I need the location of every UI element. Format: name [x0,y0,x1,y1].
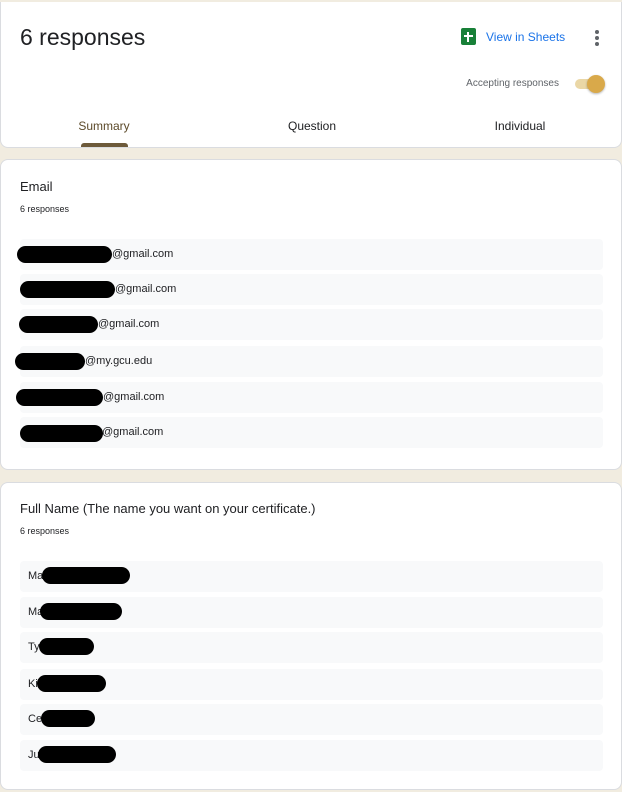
active-tab-indicator [81,143,128,147]
email-response: @gmail.com [112,248,174,260]
email-response: @gmail.com [98,318,160,330]
redaction-mark [39,638,94,655]
email-response: @gmail.com [102,426,164,438]
list-item: @gmail.com [20,417,603,448]
list-item: Ce [20,704,603,735]
list-item: Ma [20,561,603,592]
google-sheets-icon [461,28,476,45]
email-response: @gmail.com [115,283,177,295]
list-item: Ju [20,740,603,771]
list-item: @my.gcu.edu [15,346,603,377]
tab-question[interactable]: Question [265,119,359,133]
redaction-mark [38,746,116,763]
list-item: @gmail.com [16,382,603,413]
question-title: Email [20,179,53,194]
redaction-mark [41,710,95,727]
list-item: Ma [20,597,603,628]
redaction-mark [15,353,85,370]
accepting-responses-toggle[interactable] [573,75,605,93]
response-count: 6 responses [20,204,70,214]
redaction-mark [40,603,122,620]
view-in-sheets-label: View in Sheets [486,29,566,44]
tab-individual[interactable]: Individual [473,119,567,133]
name-response: Ce [28,713,43,725]
redaction-mark [19,316,98,333]
name-response: Ma [28,570,44,582]
list-item: @gmail.com [20,274,603,305]
question-title: Full Name (The name you want on your cer… [20,501,316,516]
responses-title: 6 responses [20,24,146,50]
redaction-mark [20,281,115,298]
redaction-mark [17,246,112,263]
full-name-question-card: Full Name (The name you want on your cer… [0,482,622,790]
more-options-icon[interactable] [591,30,603,48]
list-item: @gmail.com [19,309,603,340]
tab-summary[interactable]: Summary [57,119,151,133]
list-item: @gmail.com [17,239,603,270]
name-response: Ty [28,641,40,653]
redaction-mark [16,389,103,406]
list-item: Ki [20,669,603,700]
responses-header-card: 6 responses View in Sheets Accepting res… [0,2,622,148]
email-question-card: Email 6 responses @gmail.com @gmail.com … [0,159,622,470]
list-item: Ty [20,632,603,663]
view-in-sheets-button[interactable]: View in Sheets [461,28,565,45]
email-response: @gmail.com [103,391,165,403]
redaction-mark [37,675,106,692]
email-response: @my.gcu.edu [85,355,153,367]
redaction-mark [42,567,130,584]
response-count: 6 responses [20,526,70,536]
redaction-mark [20,425,103,442]
accepting-responses-label: Accepting responses [466,78,559,89]
